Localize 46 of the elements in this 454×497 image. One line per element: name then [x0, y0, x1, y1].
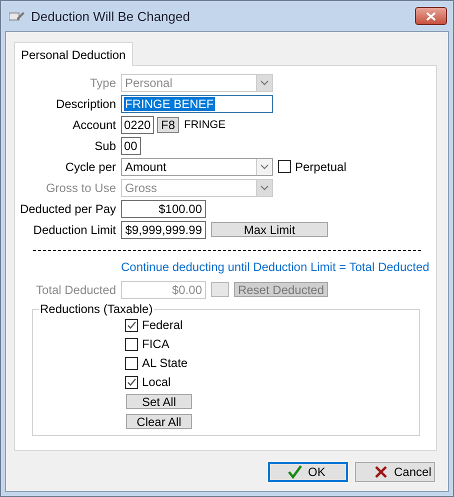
field-label: Account — [72, 118, 116, 132]
pencil-icon — [9, 10, 25, 22]
check-icon — [288, 465, 302, 479]
checkbox[interactable] — [125, 356, 138, 370]
close-icon — [374, 465, 388, 479]
group-button[interactable]: Clear All — [126, 414, 192, 429]
checkbox-label: Perpetual — [295, 160, 346, 174]
close-icon — [426, 12, 436, 20]
checkbox-label: Local — [142, 375, 171, 389]
checkbox[interactable] — [278, 160, 291, 173]
checkbox[interactable] — [125, 376, 138, 388]
lookup-button[interactable]: F8 — [157, 116, 180, 132]
chevron-down-icon — [256, 180, 272, 196]
field-label: Cycle per — [64, 160, 116, 174]
checkbox-label: AL State — [142, 356, 188, 370]
check-icon — [126, 320, 137, 330]
account-field[interactable]: 0220 — [121, 116, 154, 134]
amount-field[interactable]: $9,999,999.99 — [121, 220, 206, 238]
close-button[interactable] — [415, 7, 447, 25]
checkbox[interactable] — [125, 318, 138, 332]
checkbox-label: Federal — [142, 318, 183, 332]
chevron-down-icon — [256, 74, 272, 90]
field-label: Sub — [94, 138, 116, 152]
account-name: FRINGE — [184, 118, 226, 130]
check-icon — [126, 376, 137, 388]
field-label: Type — [88, 76, 116, 90]
tab[interactable]: Personal Deduction — [14, 42, 133, 66]
window-title: Deduction Will Be Changed — [31, 8, 191, 24]
text-field[interactable]: 00 — [121, 136, 141, 154]
field-label: Deducted per Pay — [18, 202, 116, 216]
dropdown[interactable]: Amount — [121, 158, 273, 176]
field-label: Total Deducted — [34, 282, 116, 296]
max-limit-button[interactable]: Max Limit — [211, 222, 328, 237]
dialog-button[interactable]: OK — [268, 462, 348, 482]
group-button[interactable]: Set All — [126, 394, 192, 409]
amount-field[interactable]: $100.00 — [121, 200, 206, 218]
checkbox-label: FICA — [142, 337, 170, 351]
field-label: Description — [54, 96, 116, 110]
chevron-down-icon — [256, 158, 272, 174]
group-title: Reductions (Taxable) — [39, 302, 154, 316]
field-label: Gross to Use — [44, 180, 116, 194]
info-text: Continue deducting until Deduction Limit = Total Deducted — [121, 260, 430, 274]
field-label: Deduction Limit — [32, 222, 116, 236]
checkbox[interactable] — [125, 338, 138, 350]
dialog-button[interactable]: Cancel — [355, 462, 435, 482]
text-field[interactable]: FRINGE BENEF — [121, 94, 273, 112]
